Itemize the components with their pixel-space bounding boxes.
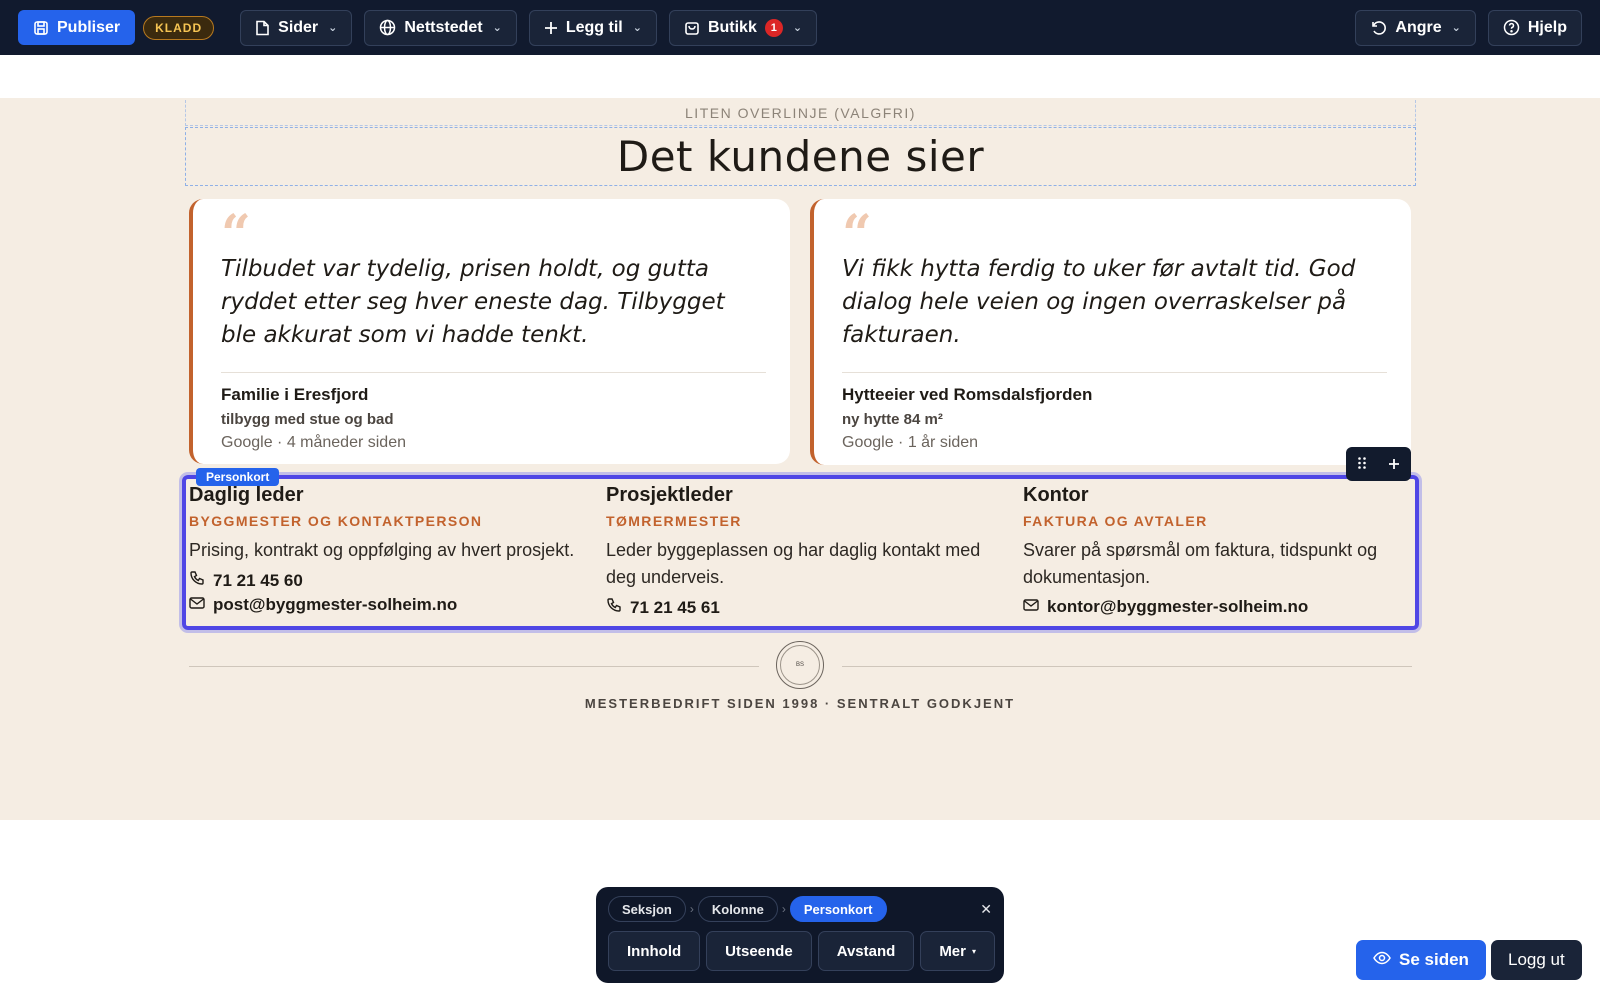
more-button[interactable]: Mer ▾ [920,931,996,971]
shop-label: Butikk [707,18,757,36]
person-role: TØMRERMESTER [606,513,742,529]
testimonial-quote: Tilbudet var tydelig, prisen holdt, og g… [221,256,725,348]
editor-toolbar: Publiser KLADD Sider ⌄ Nettstedet ⌄ Legg… [0,0,1600,55]
chevron-right-icon: › [689,902,694,916]
undo-icon [1370,19,1387,36]
undo-button[interactable]: Angre ⌄ [1355,9,1476,46]
shopping-bag-icon [684,20,700,36]
previous-section-edge [0,55,1600,98]
crumb-person-card[interactable]: Personkort [789,896,887,922]
content-button[interactable]: Innhold [608,931,701,971]
phone-number: 71 21 45 60 [213,570,303,590]
person-title: Kontor [1023,484,1089,506]
company-seal-logo: BS [776,641,824,689]
crumb-section[interactable]: Seksjon [608,896,686,922]
shop-count-badge: 1 [764,18,783,37]
quote-icon: “ [842,204,872,265]
section-overline[interactable]: LITEN OVERLINJE (VALGFRI) [185,100,1416,126]
divider [842,372,1387,373]
divider [221,372,766,373]
person-phone[interactable]: 71 21 45 61 [606,597,1006,618]
help-label: Hjelp [1527,18,1567,36]
chevron-right-icon: › [781,902,786,916]
chevron-down-icon: ⌄ [328,22,338,34]
mail-icon [189,595,205,615]
person-description: Leder byggeplassen og har daglig kontakt… [606,540,981,587]
person-email[interactable]: post@byggmester-solheim.no [189,595,589,615]
quote-icon: “ [221,204,251,265]
testimonial-project: tilbygg med stue og bad [221,411,394,428]
close-icon[interactable]: ✕ [980,901,992,918]
chevron-down-icon: ⌄ [792,22,803,34]
person-description: Svarer på spørsmål om faktura, tidspunkt… [1023,540,1378,587]
person-role: BYGGMESTER OG KONTAKTPERSON [189,513,483,529]
person-card[interactable]: Prosjektleder TØMRERMESTER Leder byggepl… [606,484,1006,618]
draft-badge: KLADD [143,15,215,40]
section-title[interactable]: Det kundene sier [185,127,1416,186]
company-tagline: MESTERBEDRIFT SIDEN 1998 · SENTRALT GODK… [584,696,1016,711]
site-label: Nettstedet [404,18,483,36]
divider-right [842,666,1412,667]
testimonial-card[interactable]: “ Tilbudet var tydelig, prisen holdt, og… [189,199,790,464]
testimonial-author: Hytteeier ved Romsdalsfjorden [842,385,1093,404]
testimonial-quote: Vi fikk hytta ferdig to uker før avtalt … [842,256,1356,348]
phone-icon [189,570,205,591]
testimonial-author: Familie i Eresfjord [221,385,369,404]
block-handle [1346,447,1411,481]
shop-menu-button[interactable]: Butikk 1 ⌄ [668,9,818,46]
add-block-icon[interactable] [1388,454,1400,475]
pages-label: Sider [278,18,319,36]
email-address: post@byggmester-solheim.no [213,595,458,614]
phone-number: 71 21 45 61 [630,597,720,617]
view-site-label: Se siden [1399,950,1469,969]
testimonial-source: Google · 4 måneder siden [221,434,406,451]
person-email[interactable]: kontor@byggmester-solheim.no [1023,597,1423,617]
person-card[interactable]: Daglig leder BYGGMESTER OG KONTAKTPERSON… [189,484,589,615]
context-actions: Innhold Utseende Avstand Mer ▾ [608,931,996,971]
chevron-down-icon: ⌄ [492,22,502,34]
globe-icon [379,19,396,36]
site-menu-button[interactable]: Nettstedet ⌄ [364,9,517,46]
plus-icon [544,21,558,35]
person-role: FAKTURA OG AVTALER [1023,513,1208,529]
block-type-tag: Personkort [196,468,280,486]
seal-inner-ring: BS [780,645,820,685]
seal-initials: BS [795,662,804,668]
publish-button[interactable]: Publiser [18,10,136,45]
more-label: Mer [939,942,966,960]
help-button[interactable]: Hjelp [1487,9,1582,46]
chevron-down-icon: ⌄ [632,22,642,34]
undo-label: Angre [1395,18,1442,36]
appearance-button[interactable]: Utseende [706,931,812,971]
testimonial-source: Google · 1 år siden [842,434,979,451]
page-icon [255,20,270,36]
email-address: kontor@byggmester-solheim.no [1047,597,1309,616]
publish-label: Publiser [57,18,121,36]
breadcrumb: Seksjon › Kolonne › Personkort ✕ [608,896,992,922]
testimonial-card[interactable]: “ Vi fikk hytta ferdig to uker før avtal… [810,199,1411,465]
add-label: Legg til [565,18,623,36]
chevron-down-icon: ⌄ [1451,22,1461,34]
phone-icon [606,597,622,618]
divider-left [189,666,759,667]
eye-icon [1373,950,1391,970]
person-card[interactable]: Kontor FAKTURA OG AVTALER Svarer på spør… [1023,484,1423,617]
view-site-button[interactable]: Se siden [1356,940,1486,980]
logout-button[interactable]: Logg ut [1491,940,1582,980]
drag-handle-icon[interactable] [1357,454,1367,475]
person-phone[interactable]: 71 21 45 60 [189,570,589,591]
mail-icon [1023,597,1039,617]
help-icon [1503,19,1520,36]
save-icon [33,20,49,36]
caret-down-icon: ▾ [972,946,977,956]
person-title: Prosjektleder [606,484,733,506]
spacing-button[interactable]: Avstand [817,931,915,971]
testimonial-project: ny hytte 84 m² [842,411,943,428]
add-menu-button[interactable]: Legg til ⌄ [528,9,657,46]
person-title: Daglig leder [189,484,304,506]
pages-menu-button[interactable]: Sider ⌄ [240,9,353,46]
person-description: Prising, kontrakt og oppfølging av hvert… [189,540,575,560]
block-context-toolbar: Seksjon › Kolonne › Personkort ✕ Innhold… [596,887,1004,983]
crumb-column[interactable]: Kolonne [697,896,778,922]
